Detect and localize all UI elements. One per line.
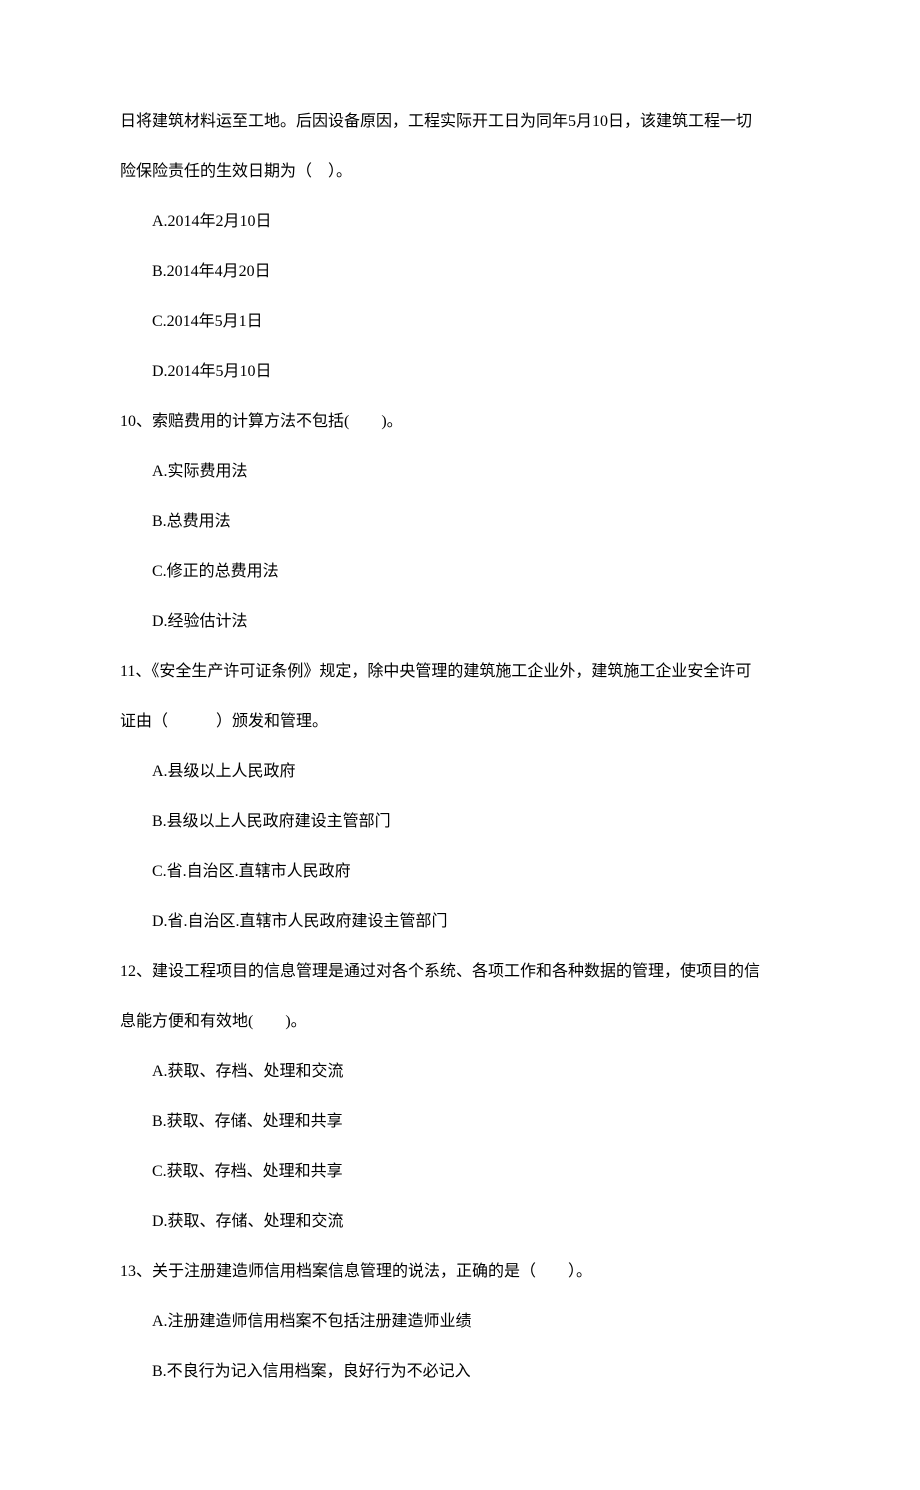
q9-option-c: C.2014年5月1日 (120, 310, 800, 334)
q13-option-b: B.不良行为记入信用档案，良好行为不必记入 (120, 1360, 800, 1384)
q12-option-b: B.获取、存储、处理和共享 (120, 1110, 800, 1134)
q12-option-a: A.获取、存档、处理和交流 (120, 1060, 800, 1084)
q10-option-d: D.经验估计法 (120, 610, 800, 634)
document-page: 日将建筑材料运至工地。后因设备原因，工程实际开工日为同年5月10日，该建筑工程一… (0, 0, 920, 1490)
q9-option-a: A.2014年2月10日 (120, 210, 800, 234)
q9-option-b: B.2014年4月20日 (120, 260, 800, 284)
q13-option-a: A.注册建造师信用档案不包括注册建造师业绩 (120, 1310, 800, 1334)
q11-stem-line2: 证由（ ）颁发和管理。 (120, 710, 800, 734)
q11-option-b: B.县级以上人民政府建设主管部门 (120, 810, 800, 834)
q13-stem: 13、关于注册建造师信用档案信息管理的说法，正确的是（ ）。 (120, 1260, 800, 1284)
q10-option-c: C.修正的总费用法 (120, 560, 800, 584)
q11-option-c: C.省.自治区.直辖市人民政府 (120, 860, 800, 884)
q11-stem-line1: 11、《安全生产许可证条例》规定，除中央管理的建筑施工企业外，建筑施工企业安全许… (120, 660, 800, 684)
q9-stem-line2: 险保险责任的生效日期为（ ）。 (120, 160, 800, 184)
q12-option-d: D.获取、存储、处理和交流 (120, 1210, 800, 1234)
q12-stem-line1: 12、建设工程项目的信息管理是通过对各个系统、各项工作和各种数据的管理，使项目的… (120, 960, 800, 984)
q9-stem-line1: 日将建筑材料运至工地。后因设备原因，工程实际开工日为同年5月10日，该建筑工程一… (120, 110, 800, 134)
q9-option-d: D.2014年5月10日 (120, 360, 800, 384)
q10-stem: 10、索赔费用的计算方法不包括( )。 (120, 410, 800, 434)
q10-option-a: A.实际费用法 (120, 460, 800, 484)
q11-option-a: A.县级以上人民政府 (120, 760, 800, 784)
q10-option-b: B.总费用法 (120, 510, 800, 534)
q12-option-c: C.获取、存档、处理和共享 (120, 1160, 800, 1184)
q12-stem-line2: 息能方便和有效地( )。 (120, 1010, 800, 1034)
q11-option-d: D.省.自治区.直辖市人民政府建设主管部门 (120, 910, 800, 934)
